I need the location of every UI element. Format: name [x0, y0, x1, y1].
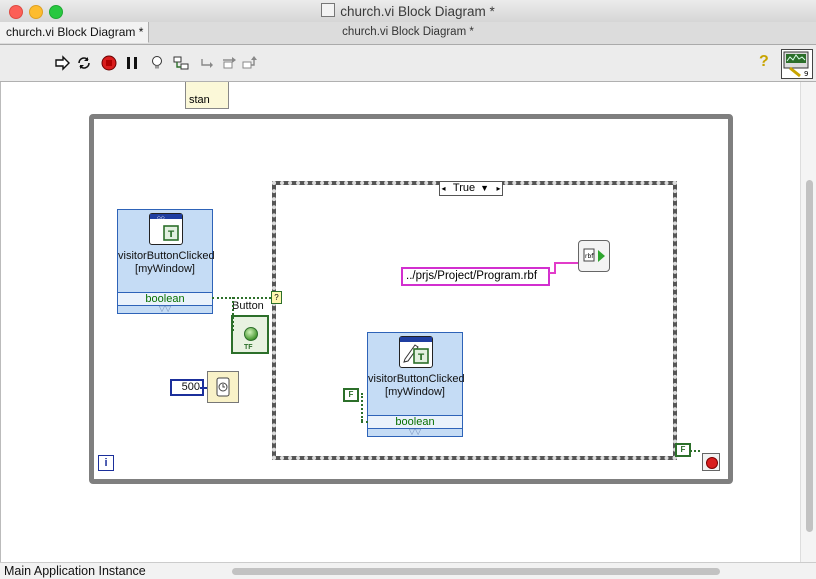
horizontal-scroll-thumb[interactable] [232, 568, 720, 575]
window-title: church.vi Block Diagram * [0, 3, 816, 19]
button-terminal[interactable]: TF [231, 315, 269, 354]
block-diagram-canvas[interactable]: stan i ◂ True ▼ ▸ ? ◇◇ T visitorButtonClick… [0, 82, 801, 562]
svg-text:T: T [418, 353, 425, 363]
status-text: Main Application Instance [4, 564, 146, 578]
false-constant[interactable]: F [343, 388, 359, 402]
context-help-icon[interactable]: ? [759, 53, 773, 70]
vertical-scroll-thumb[interactable] [806, 180, 813, 532]
property-node-title: visitorButtonClicked [myWindow] [368, 373, 465, 398]
case-next-icon[interactable]: ▸ [496, 182, 501, 195]
boolean-wire-to-button[interactable] [232, 297, 234, 331]
property-node-resize-icon[interactable]: ▽▽ [368, 428, 462, 436]
block-diagram-icon [321, 3, 336, 17]
step-into-icon[interactable] [200, 55, 216, 71]
property-node-title: visitorButtonClicked [myWindow] [118, 250, 215, 275]
stan-comment[interactable]: stan [185, 82, 229, 109]
case-structure[interactable] [272, 181, 677, 460]
abort-icon[interactable] [101, 55, 117, 71]
path-wire-c[interactable] [554, 262, 579, 264]
property-node-resize-icon[interactable]: ▽▽ [118, 305, 212, 313]
stop-icon [706, 457, 718, 469]
vertical-scrollbar[interactable] [800, 82, 816, 562]
case-dropdown-icon[interactable]: ▼ [480, 182, 489, 195]
retain-wire-values-icon[interactable] [173, 55, 189, 71]
toolbar: ? 9 [0, 45, 816, 82]
svg-text:rbf: rbf [585, 253, 594, 260]
case-selector[interactable]: ◂ True ▼ ▸ [439, 181, 503, 196]
wait-ms-icon[interactable] [207, 371, 239, 403]
window-title-text: church.vi Block Diagram * [340, 4, 495, 19]
title-bar: church.vi Block Diagram * [0, 0, 816, 23]
integer-wire[interactable] [200, 387, 207, 389]
status-bar: Main Application Instance [0, 562, 816, 579]
highlight-execution-icon[interactable] [149, 55, 165, 71]
run-vi-icon[interactable]: rbf [578, 240, 610, 272]
property-node-visitor-button-clicked[interactable]: ◇◇ T visitorButtonClicked [myWindow] boo… [117, 209, 215, 314]
pause-icon[interactable] [124, 55, 140, 71]
button-label: Button [232, 300, 264, 312]
path-constant[interactable]: ../prjs/Project/Program.rbf [401, 267, 550, 286]
step-out-icon[interactable] [242, 55, 258, 71]
boolean-wire-to-selector[interactable] [212, 297, 271, 299]
vi-icon[interactable]: 9 [781, 49, 813, 79]
boolean-wire-stop[interactable] [690, 450, 700, 452]
property-node-visitor-button-clicked-write[interactable]: T visitorButtonClicked [myWindow] boolea… [367, 332, 465, 437]
case-selector-terminal[interactable]: ? [271, 291, 282, 304]
led-icon [244, 327, 258, 341]
case-selector-value: True [452, 182, 476, 194]
svg-text:◇◇: ◇◇ [157, 215, 165, 221]
window-ref-icon: ◇◇ T [149, 213, 183, 245]
svg-text:T: T [168, 230, 175, 240]
window-ref-edit-icon: T [399, 336, 433, 368]
iteration-terminal[interactable]: i [98, 455, 114, 471]
case-prev-icon[interactable]: ◂ [441, 182, 446, 195]
boolean-wire-false-b[interactable] [361, 421, 368, 423]
tab-bar: church.vi Block Diagram * church.vi Bloc… [0, 22, 816, 45]
step-over-icon[interactable] [221, 55, 237, 71]
boolean-wire-false-a[interactable] [361, 393, 363, 421]
false-constant-stop[interactable]: F [675, 443, 691, 457]
tf-label: TF [244, 344, 253, 351]
run-continuously-icon[interactable] [76, 55, 92, 71]
stop-terminal[interactable] [702, 453, 720, 471]
run-arrow-icon[interactable] [54, 55, 70, 71]
wait-ms-constant[interactable]: 500 [170, 379, 204, 396]
tab-bar-title: church.vi Block Diagram * [342, 26, 474, 38]
svg-text:9: 9 [804, 70, 808, 78]
